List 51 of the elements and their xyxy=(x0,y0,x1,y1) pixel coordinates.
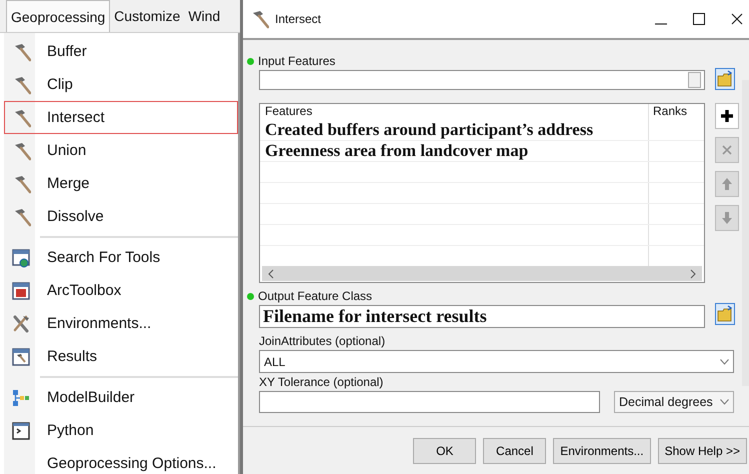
menu-bar-item[interactable]: Wind xyxy=(184,0,224,32)
table-cell: Greenness area from landcover map xyxy=(265,141,528,160)
menu-item[interactable]: ArcToolbox xyxy=(4,274,238,307)
menu-item[interactable]: Environments... xyxy=(4,307,238,340)
dialog-button[interactable]: Show Help >> xyxy=(658,438,747,464)
output-field[interactable]: Filename for intersect results xyxy=(259,305,705,328)
horizontal-scrollbar[interactable] xyxy=(262,266,702,281)
field-label: Input Features xyxy=(258,54,336,68)
field-label: JoinAttributes (optional) xyxy=(259,334,386,348)
menu-item[interactable]: Buffer xyxy=(4,35,238,68)
xy-tolerance-field[interactable] xyxy=(259,391,600,413)
menu-item[interactable]: Results xyxy=(4,340,238,373)
open-folder-icon[interactable] xyxy=(715,303,735,325)
minimize-icon xyxy=(655,23,667,25)
console-window-icon xyxy=(11,420,31,440)
flowchart-icon xyxy=(11,388,31,408)
window-title: Intersect xyxy=(275,12,322,26)
menu-bar-item[interactable]: Geoprocessing xyxy=(6,0,110,32)
table-cell: Created buffers around participant’s address xyxy=(265,120,594,139)
join-attributes-dropdown[interactable]: ALL xyxy=(259,350,734,373)
field-label: Output Feature Class xyxy=(258,289,372,303)
chevron-down-icon xyxy=(720,399,729,405)
menu-item[interactable]: Geoprocessing Options... xyxy=(4,447,238,474)
menu-item[interactable]: Clip xyxy=(4,68,238,101)
open-folder-icon[interactable] xyxy=(715,68,735,90)
column-header: Ranks xyxy=(648,104,704,120)
chevron-down-icon xyxy=(720,358,729,364)
unit-dropdown[interactable]: Decimal degrees xyxy=(614,391,734,413)
results-window-icon xyxy=(11,346,31,366)
menu-item[interactable]: ModelBuilder xyxy=(4,381,238,414)
dialog-button[interactable]: OK xyxy=(413,438,476,464)
plus-button[interactable] xyxy=(715,103,739,129)
menu-item[interactable]: Python xyxy=(4,414,238,447)
dialog-button[interactable]: Cancel xyxy=(483,438,546,464)
menu-item[interactable]: Intersect xyxy=(4,101,238,134)
menu-bar-item[interactable]: Customize xyxy=(110,0,184,32)
field-label: XY Tolerance (optional) xyxy=(259,375,384,389)
left-chevron-icon xyxy=(268,268,274,278)
menu-item[interactable]: Merge xyxy=(4,167,238,200)
toolbox-icon xyxy=(11,280,31,300)
menu-item[interactable]: Search For Tools xyxy=(4,241,238,274)
maximize-icon xyxy=(693,13,705,25)
dialog-button[interactable]: Environments... xyxy=(553,438,651,464)
menu-item[interactable]: Dissolve xyxy=(4,200,238,233)
column-header: Features xyxy=(264,104,314,120)
right-chevron-icon xyxy=(690,268,696,278)
search-window-icon xyxy=(11,248,31,268)
close-icon xyxy=(731,13,743,25)
menu-item[interactable]: Union xyxy=(4,134,238,167)
hammer-and-wrench-icon xyxy=(11,314,31,334)
input-features-dropdown[interactable] xyxy=(259,70,705,90)
